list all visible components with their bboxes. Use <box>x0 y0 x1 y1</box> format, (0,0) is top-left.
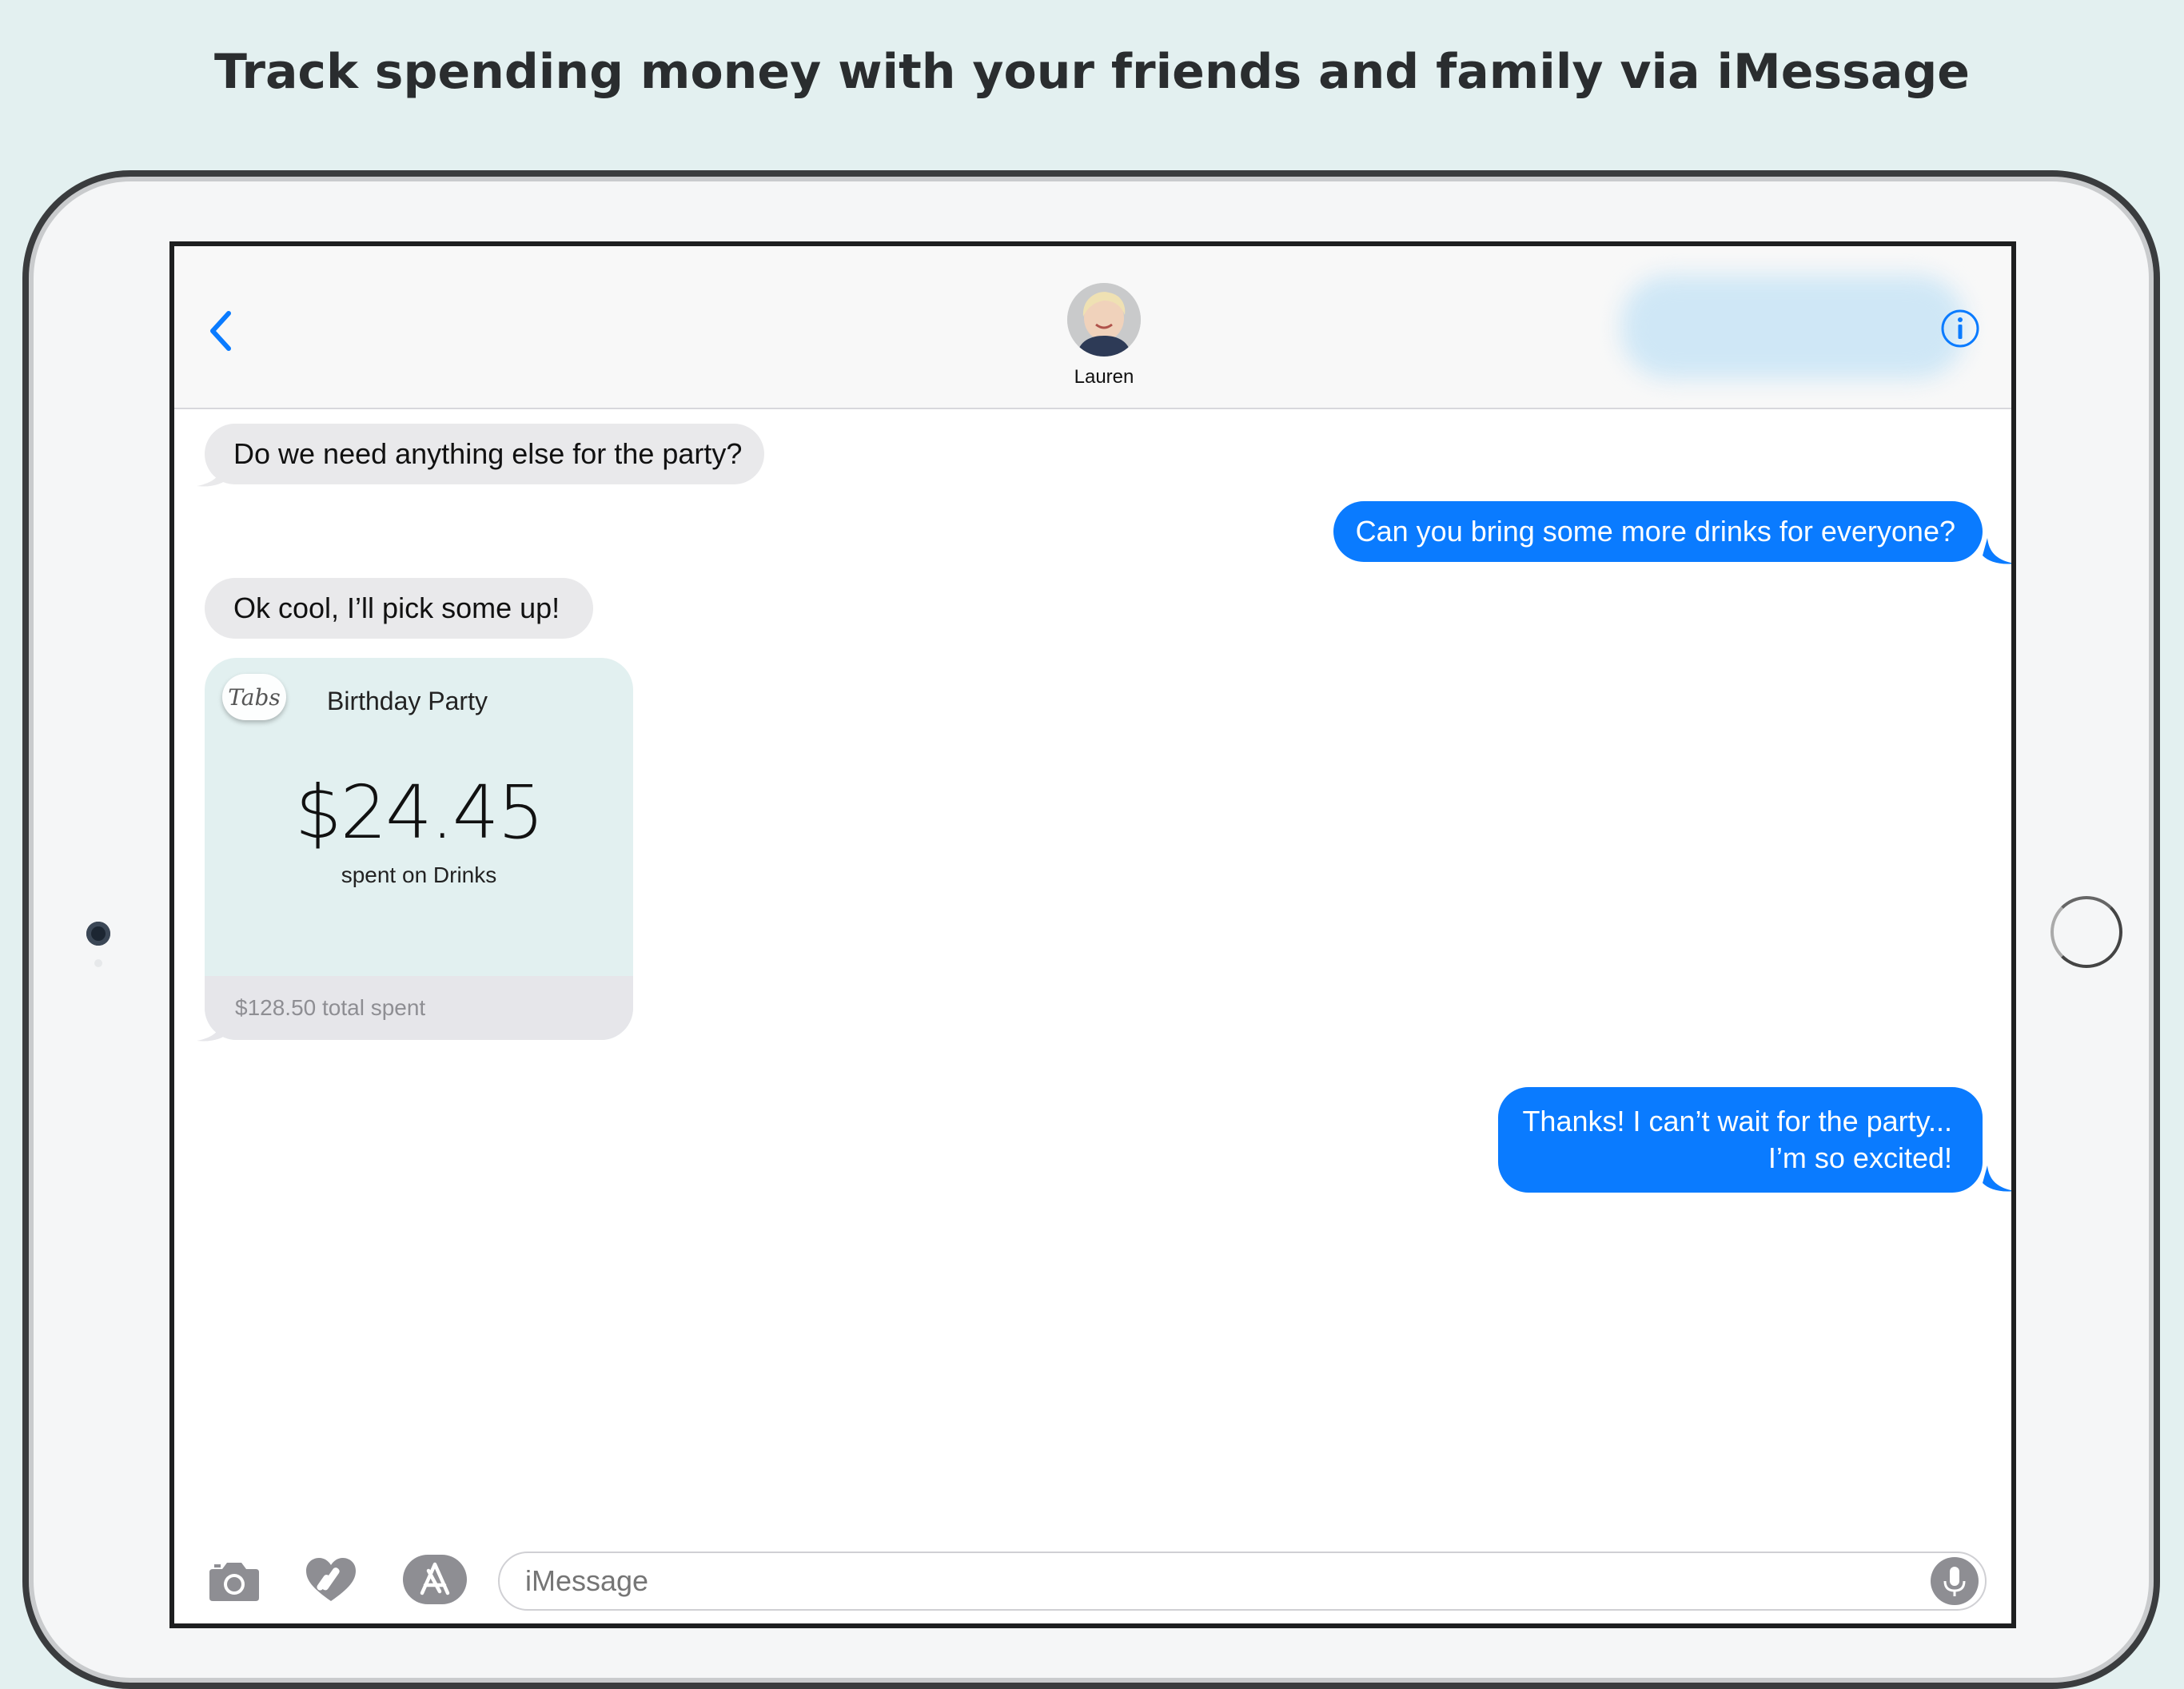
bubble-tail <box>1983 538 2011 564</box>
message-text: Do we need anything else for the party? <box>233 437 743 470</box>
message-composer <box>174 1536 2011 1623</box>
bubble-tail <box>197 1015 229 1042</box>
message-bubble-outgoing[interactable]: Can you bring some more drinks for every… <box>1333 501 1983 562</box>
message-bubble-outgoing[interactable]: Thanks! I can’t wait for the party... I’… <box>1498 1087 1983 1193</box>
conversation-header: Lauren <box>174 246 2011 409</box>
ambient-sensor <box>94 959 102 967</box>
contact-photo <box>1067 283 1141 357</box>
message-text: Can you bring some more drinks for every… <box>1355 515 1955 548</box>
message-text-line-1: Thanks! I can’t wait for the party... <box>1522 1105 1952 1137</box>
dictation-button[interactable] <box>1931 1557 1979 1605</box>
blurred-region <box>1621 275 1965 379</box>
promo-headline: Track spending money with your friends a… <box>214 44 1970 100</box>
contact-name[interactable]: Lauren <box>1022 366 1186 388</box>
bubble-tail <box>1983 1165 2011 1192</box>
tab-name: Birthday Party <box>327 687 488 715</box>
microphone-icon <box>1943 1567 1966 1596</box>
home-button[interactable] <box>2050 896 2122 968</box>
message-text: Ok cool, I’ll pick some up! <box>233 592 560 624</box>
message-text-line-2: I’m so excited! <box>1768 1141 1952 1174</box>
messages-screen: Lauren Do we need anything else for the … <box>169 241 2016 1628</box>
info-icon[interactable] <box>1939 308 1981 349</box>
expense-category: spent on Drinks <box>341 862 497 887</box>
contact-avatar[interactable] <box>1067 283 1141 357</box>
expense-amount: $24.45 <box>295 770 544 855</box>
camera-icon[interactable] <box>208 1558 261 1603</box>
message-input[interactable] <box>498 1552 1987 1611</box>
back-chevron-icon[interactable] <box>205 307 237 355</box>
digital-touch-icon[interactable] <box>305 1558 357 1603</box>
message-bubble-incoming[interactable]: Do we need anything else for the party? <box>205 424 765 484</box>
front-camera <box>86 922 110 946</box>
total-spent: $128.50 total spent <box>235 995 426 1020</box>
tabs-app-logo: Tabs <box>222 674 286 720</box>
card-footer: $128.50 total spent <box>205 976 633 1040</box>
bubble-tail <box>197 460 229 487</box>
message-bubble-incoming[interactable]: Ok cool, I’ll pick some up! <box>205 578 594 639</box>
app-store-icon[interactable] <box>403 1555 467 1604</box>
tabs-expense-card[interactable]: Tabs Birthday Party $24.45 spent on Drin… <box>205 658 633 1040</box>
